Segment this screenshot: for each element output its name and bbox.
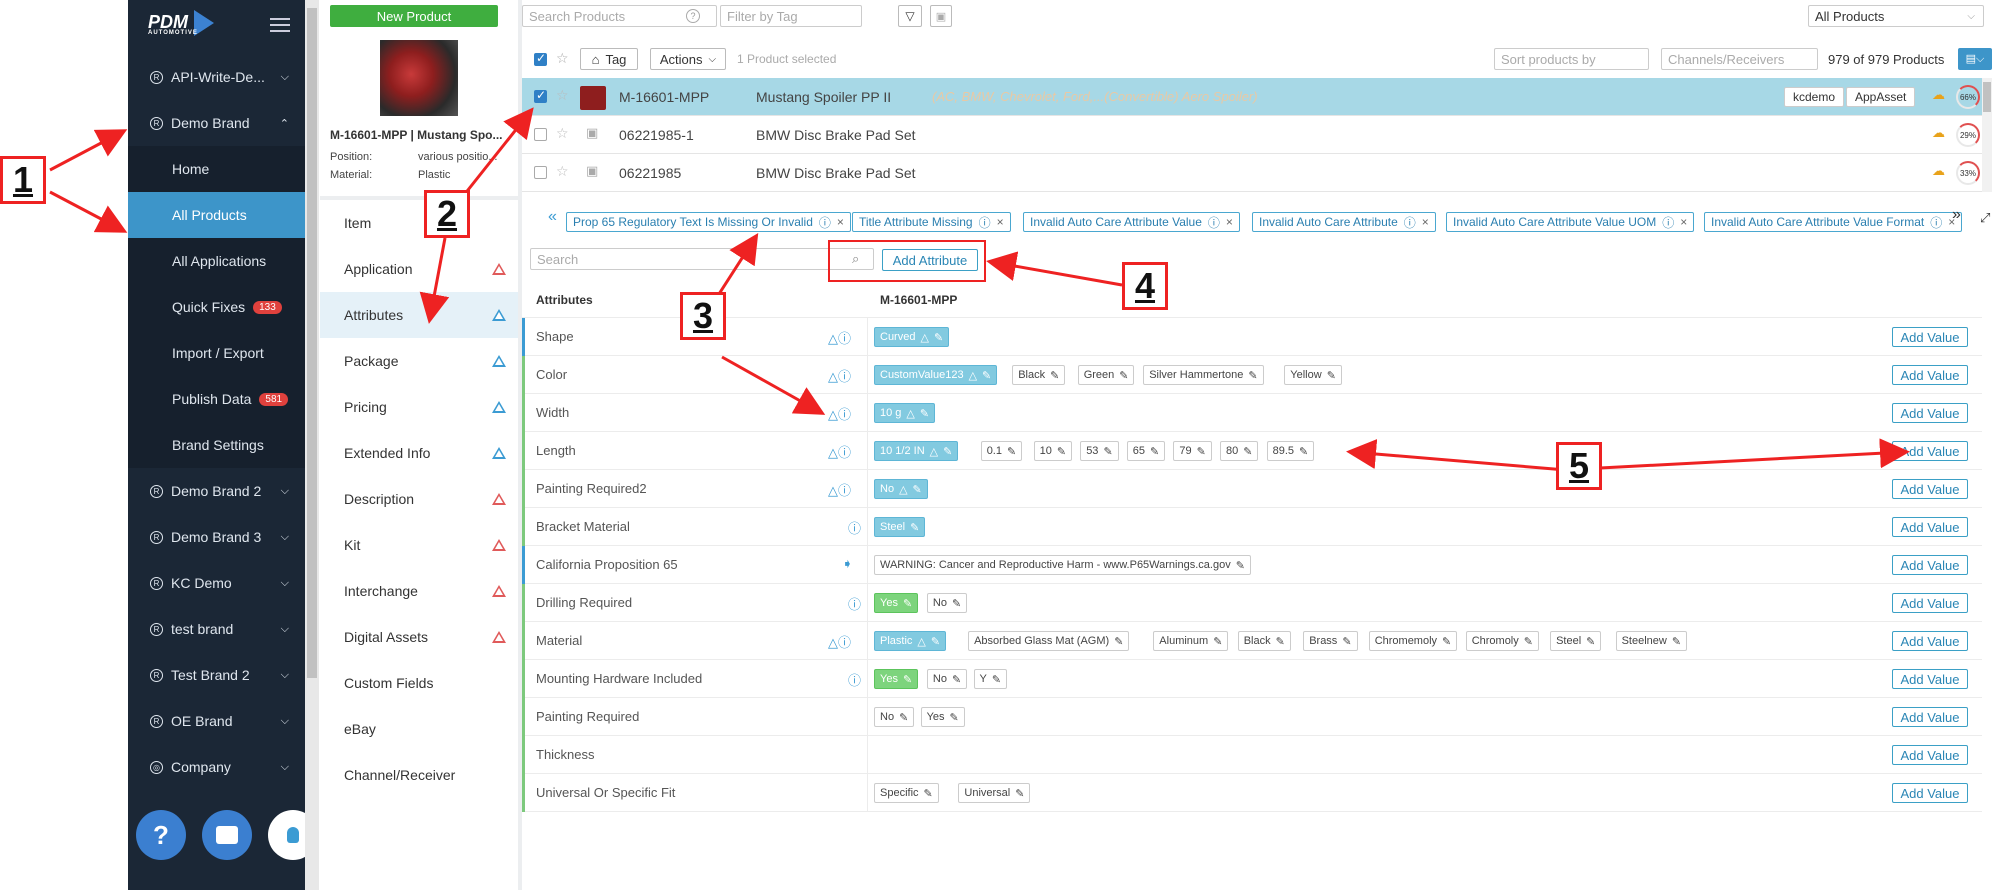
annotation-5: 5	[1556, 442, 1602, 490]
annotation-2: 2	[424, 190, 470, 238]
annotation-4: 4	[1122, 262, 1168, 310]
annotation-3: 3	[680, 292, 726, 340]
annotation-arrows	[49, 107, 1910, 472]
annotation-1: 1	[0, 156, 46, 204]
